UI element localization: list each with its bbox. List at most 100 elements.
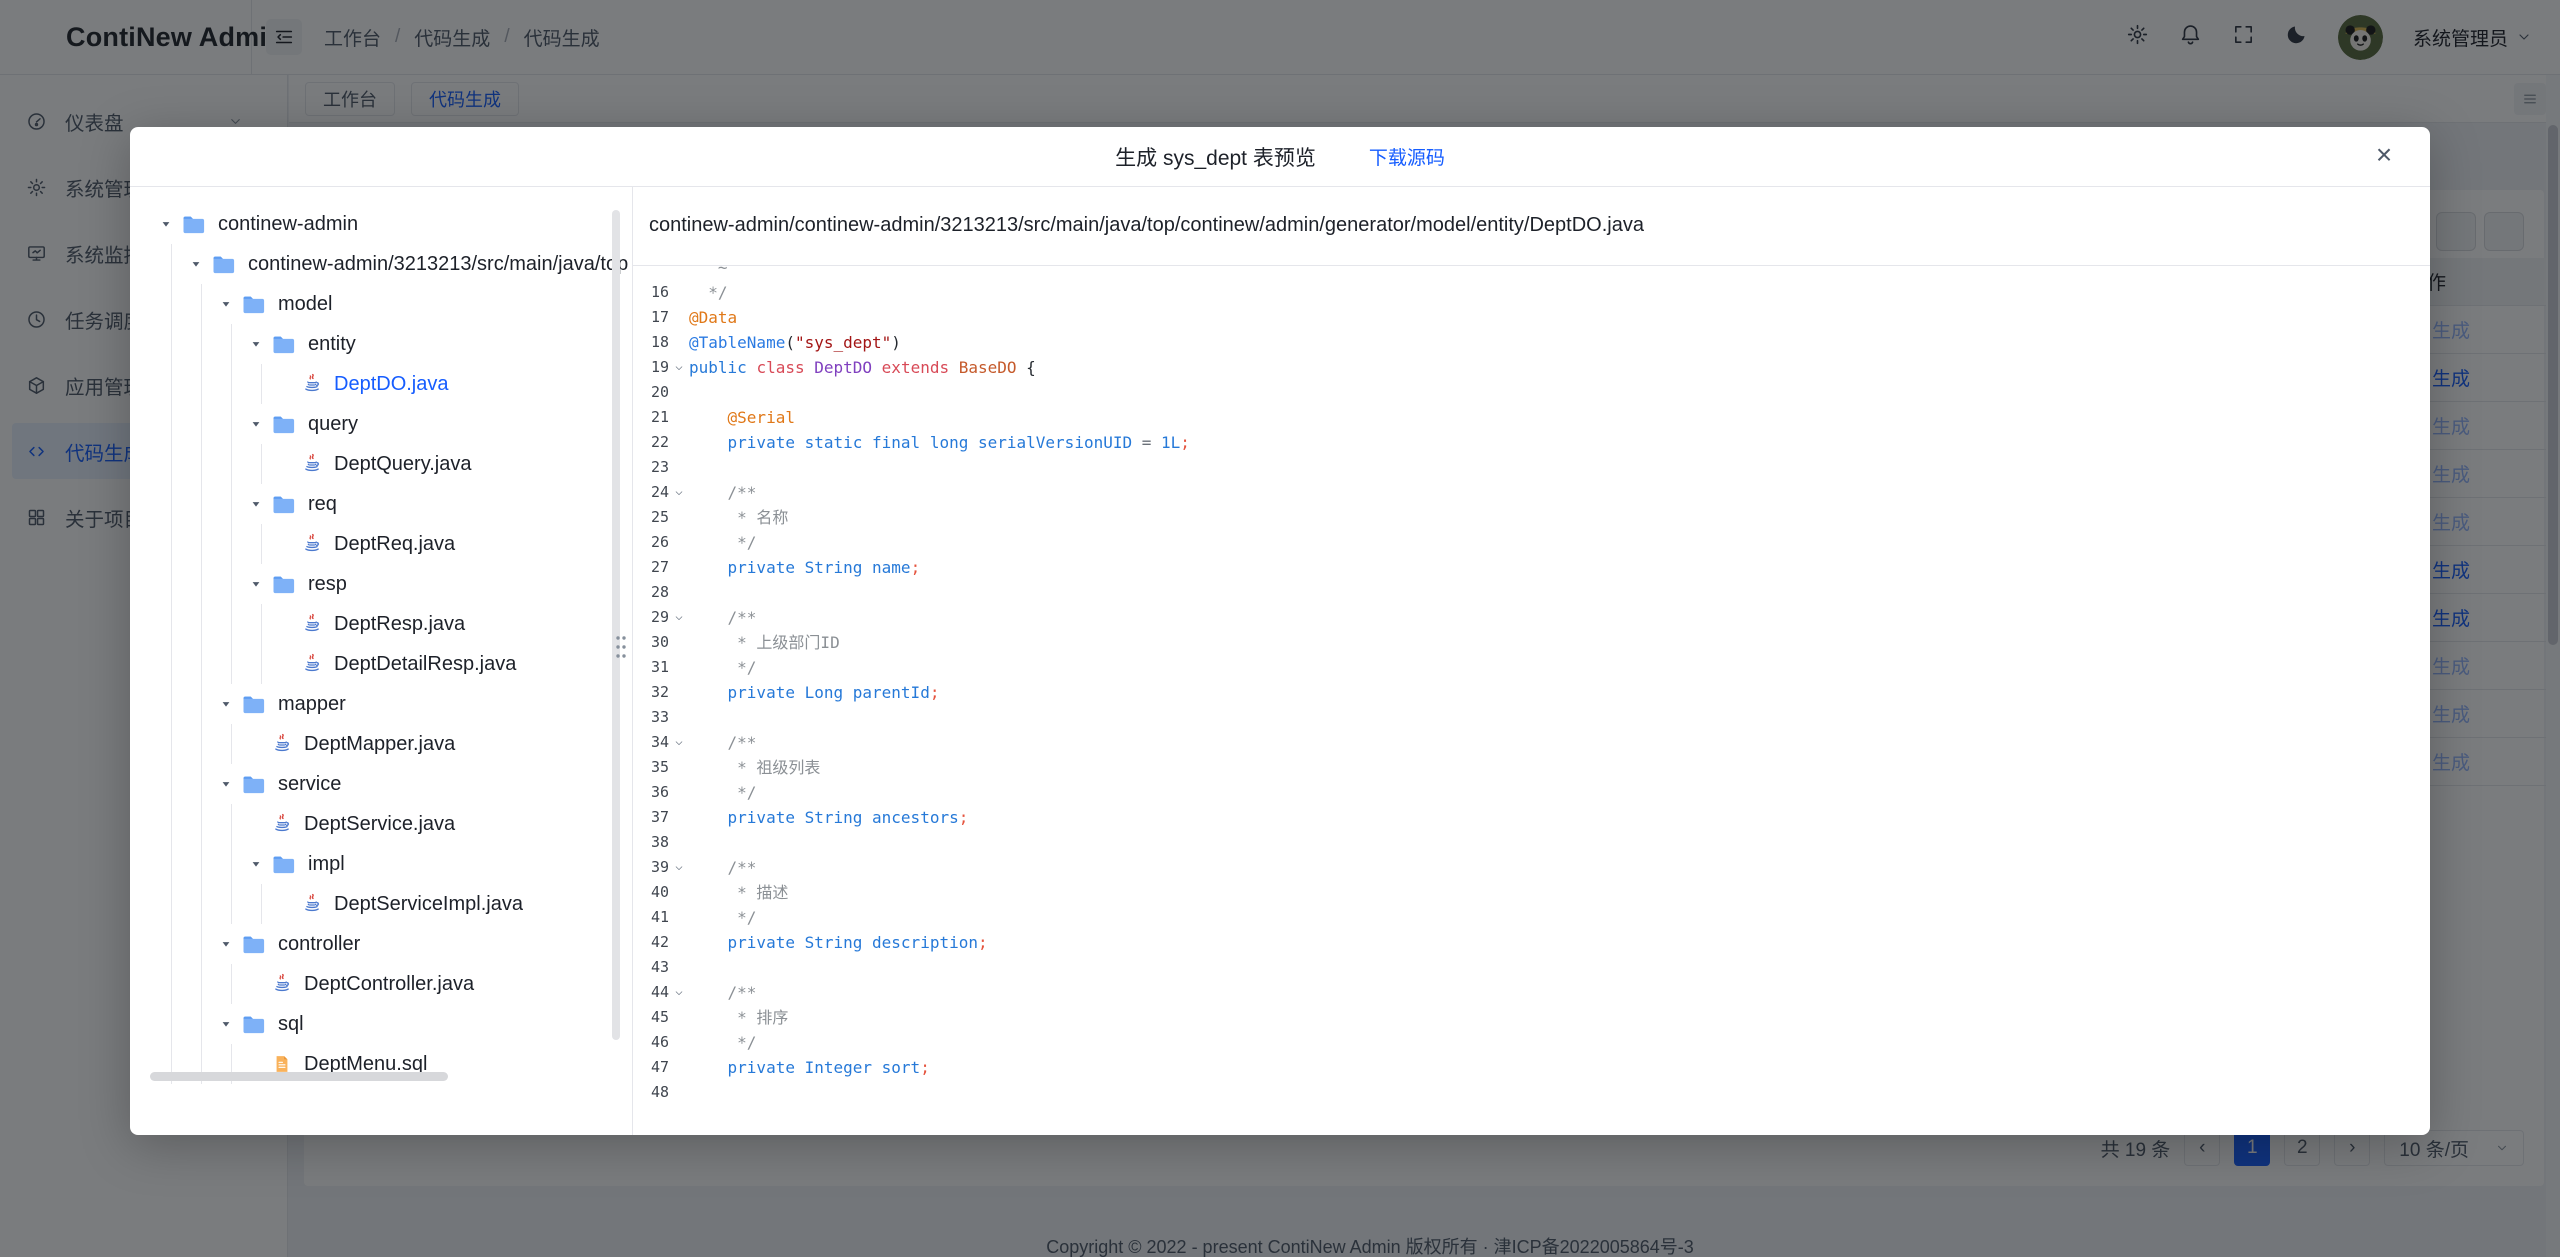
tree-vertical-scrollbar[interactable] bbox=[612, 210, 620, 1040]
tree-caret-icon[interactable] bbox=[220, 1018, 232, 1030]
tree-indent-guide bbox=[160, 524, 190, 564]
tree-node-deptreq-java[interactable]: DeptReq.java bbox=[130, 524, 632, 564]
tree-indent-guide bbox=[160, 844, 190, 884]
fold-toggle-icon[interactable] bbox=[669, 855, 689, 880]
code-line: 29 /** bbox=[633, 605, 2430, 630]
tree-node-deptresp-java[interactable]: DeptResp.java bbox=[130, 604, 632, 644]
tree-indent-guide bbox=[190, 1004, 220, 1044]
fold-gutter bbox=[669, 580, 689, 605]
line-number: 26 bbox=[633, 530, 669, 555]
tree-node-continew-admin[interactable]: continew-admin bbox=[130, 204, 632, 244]
line-number bbox=[633, 266, 669, 280]
tree-node-resp[interactable]: resp bbox=[130, 564, 632, 604]
tree-indent-guide bbox=[190, 844, 220, 884]
tree-caret-icon[interactable] bbox=[160, 218, 172, 230]
code-line: 39 /** bbox=[633, 855, 2430, 880]
fold-toggle-icon[interactable] bbox=[669, 355, 689, 380]
fold-gutter bbox=[669, 280, 689, 305]
code-line: 24 /** bbox=[633, 480, 2430, 505]
fold-gutter bbox=[669, 430, 689, 455]
tree-node-deptserviceimpl-java[interactable]: DeptServiceImpl.java bbox=[130, 884, 632, 924]
code-preview-panel: continew-admin/continew-admin/3213213/sr… bbox=[632, 186, 2430, 1135]
code-line: 27 private String name; bbox=[633, 555, 2430, 580]
code-line: 25 * 名称 bbox=[633, 505, 2430, 530]
tree-indent-guide bbox=[160, 764, 190, 804]
tree-node-deptdetailresp-java[interactable]: DeptDetailResp.java bbox=[130, 644, 632, 684]
download-source-link[interactable]: 下载源码 bbox=[1342, 143, 1445, 170]
tree-node-req[interactable]: req bbox=[130, 484, 632, 524]
fold-toggle-icon[interactable] bbox=[669, 605, 689, 630]
tree-node-deptmapper-java[interactable]: DeptMapper.java bbox=[130, 724, 632, 764]
tree-node-query[interactable]: query bbox=[130, 404, 632, 444]
tree-caret-icon[interactable] bbox=[220, 298, 232, 310]
tree-caret-icon[interactable] bbox=[250, 338, 262, 350]
code-line: 42 private String description; bbox=[633, 930, 2430, 955]
folder-icon bbox=[182, 214, 206, 235]
code-line: 33 bbox=[633, 705, 2430, 730]
code-line: 47 private Integer sort; bbox=[633, 1055, 2430, 1080]
tree-node-service[interactable]: service bbox=[130, 764, 632, 804]
tree-indent-guide bbox=[190, 364, 220, 404]
tree-indent-guide bbox=[220, 804, 250, 844]
tree-caret-icon[interactable] bbox=[250, 498, 262, 510]
line-number: 41 bbox=[633, 905, 669, 930]
tree-node-continew-admin-3213213-src-main-java-top[interactable]: continew-admin/3213213/src/main/java/top bbox=[130, 244, 632, 284]
tree-caret-icon[interactable] bbox=[250, 418, 262, 430]
tree-indent-guide bbox=[190, 644, 220, 684]
folder-icon bbox=[272, 334, 296, 355]
tree-node-sql[interactable]: sql bbox=[130, 1004, 632, 1044]
code-line: 31 */ bbox=[633, 655, 2430, 680]
tree-node-label: mapper bbox=[278, 693, 346, 716]
tree-node-deptcontroller-java[interactable]: DeptController.java bbox=[130, 964, 632, 1004]
code-line: 28 bbox=[633, 580, 2430, 605]
tree-indent-guide bbox=[220, 444, 250, 484]
tree-caret-icon[interactable] bbox=[190, 258, 202, 270]
tree-node-deptdo-java[interactable]: DeptDO.java bbox=[130, 364, 632, 404]
download-source-label: 下载源码 bbox=[1369, 143, 1445, 170]
tree-node-deptservice-java[interactable]: DeptService.java bbox=[130, 804, 632, 844]
fold-gutter bbox=[669, 955, 689, 980]
tree-caret-icon[interactable] bbox=[220, 938, 232, 950]
line-number: 33 bbox=[633, 705, 669, 730]
line-number: 42 bbox=[633, 930, 669, 955]
tree-node-mapper[interactable]: mapper bbox=[130, 684, 632, 724]
line-number: 23 bbox=[633, 455, 669, 480]
fold-gutter bbox=[669, 380, 689, 405]
tree-caret-icon[interactable] bbox=[220, 778, 232, 790]
line-number: 20 bbox=[633, 380, 669, 405]
code-line: 48 bbox=[633, 1080, 2430, 1105]
code-viewport[interactable]: ~ 16 */ 17 @Data 18 @TableName("sys_dept… bbox=[633, 266, 2430, 1135]
tree-node-controller[interactable]: controller bbox=[130, 924, 632, 964]
tree-node-deptquery-java[interactable]: DeptQuery.java bbox=[130, 444, 632, 484]
tree-node-model[interactable]: model bbox=[130, 284, 632, 324]
tree-node-label: query bbox=[308, 413, 358, 436]
tree-node-impl[interactable]: impl bbox=[130, 844, 632, 884]
fold-gutter bbox=[669, 305, 689, 330]
line-number: 19 bbox=[633, 355, 669, 380]
tree-indent-guide bbox=[190, 524, 220, 564]
close-modal-button[interactable]: × bbox=[2364, 135, 2404, 175]
tree-caret-icon[interactable] bbox=[250, 578, 262, 590]
tree-node-entity[interactable]: entity bbox=[130, 324, 632, 364]
java-file-icon bbox=[272, 973, 292, 995]
line-number: 43 bbox=[633, 955, 669, 980]
fold-gutter bbox=[669, 530, 689, 555]
fold-gutter bbox=[669, 1055, 689, 1080]
code-line: 34 /** bbox=[633, 730, 2430, 755]
code-line: ~ bbox=[633, 266, 2430, 280]
tree-indent-guide bbox=[220, 524, 250, 564]
line-number: 36 bbox=[633, 780, 669, 805]
fold-toggle-icon[interactable] bbox=[669, 480, 689, 505]
tree-indent-guide bbox=[250, 884, 280, 924]
tree-caret-icon[interactable] bbox=[250, 858, 262, 870]
tree-caret-icon[interactable] bbox=[220, 698, 232, 710]
code-line: 44 /** bbox=[633, 980, 2430, 1005]
fold-toggle-icon[interactable] bbox=[669, 730, 689, 755]
code-line: 20 bbox=[633, 380, 2430, 405]
tree-node-label: continew-admin/3213213/src/main/java/top bbox=[248, 253, 628, 276]
fold-toggle-icon[interactable] bbox=[669, 980, 689, 1005]
tree-horizontal-scrollbar[interactable] bbox=[150, 1072, 448, 1081]
link-icon bbox=[1342, 147, 1361, 166]
panel-resize-handle[interactable] bbox=[614, 632, 628, 662]
folder-icon bbox=[272, 854, 296, 875]
